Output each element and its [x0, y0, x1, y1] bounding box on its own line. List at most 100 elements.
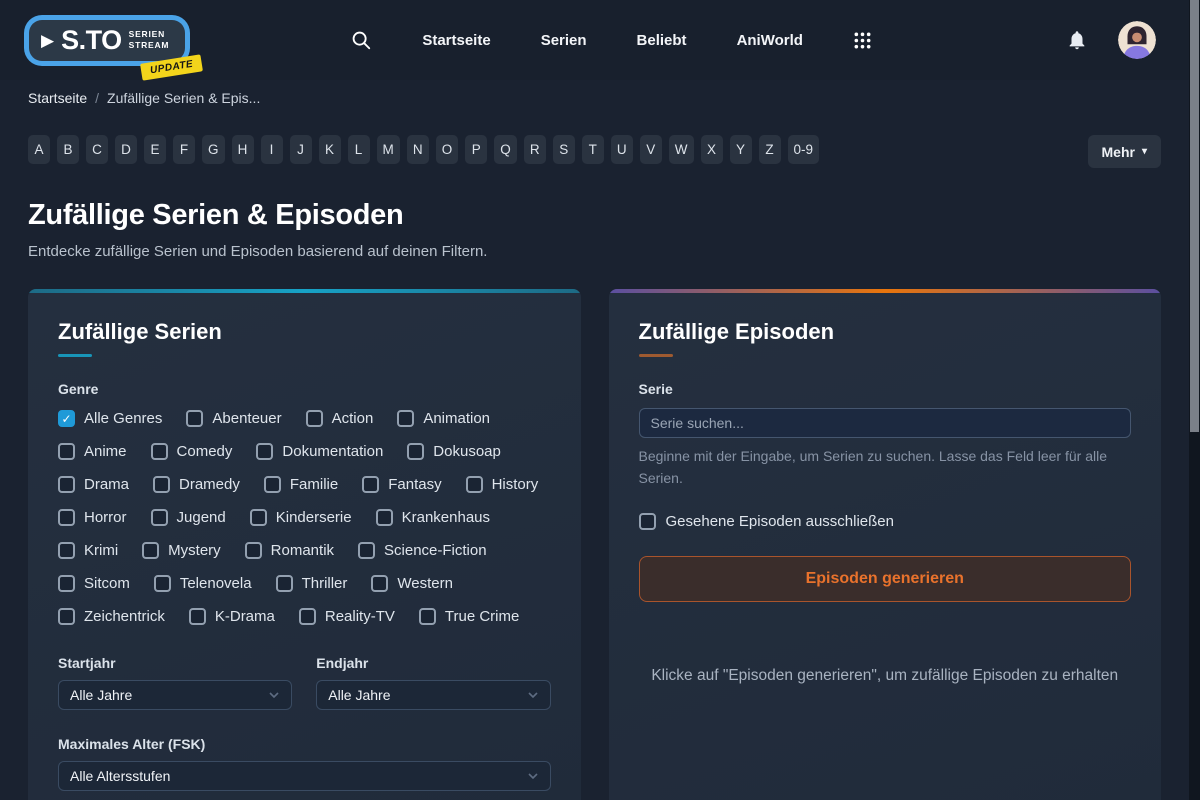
alphabet-button-u[interactable]: U	[611, 135, 633, 164]
user-avatar[interactable]	[1118, 21, 1156, 59]
alphabet-button-d[interactable]: D	[115, 135, 137, 164]
genre-checkbox-drama[interactable]: Drama	[58, 476, 129, 493]
genre-checkbox-dokumentation[interactable]: Dokumentation	[256, 443, 383, 460]
genre-checkbox-alle-genres[interactable]: ✓Alle Genres	[58, 410, 162, 427]
episodes-card-title: Zufällige Episoden	[639, 319, 1132, 345]
genre-checkbox-familie[interactable]: Familie	[264, 476, 338, 493]
chevron-down-icon: ▾	[1142, 146, 1147, 157]
page-scrollbar[interactable]	[1189, 0, 1200, 800]
alphabet-button-k[interactable]: K	[319, 135, 341, 164]
fsk-select[interactable]: Alle Altersstufen	[58, 761, 551, 791]
fsk-label: Maximales Alter (FSK)	[58, 736, 551, 752]
site-logo[interactable]: ▶ S.TO SERIEN STREAM UPDATE	[24, 15, 190, 66]
genre-checkbox-western[interactable]: Western	[371, 575, 453, 592]
navbar: ▶ S.TO SERIEN STREAM UPDATE Startseite Se…	[0, 0, 1200, 80]
alphabet-button-t[interactable]: T	[582, 135, 604, 164]
genre-checkbox-reality-tv[interactable]: Reality-TV	[299, 608, 395, 625]
startjahr-label: Startjahr	[58, 655, 292, 671]
scrollbar-thumb[interactable]	[1190, 0, 1199, 432]
alphabet-button-z[interactable]: Z	[759, 135, 781, 164]
genre-checkbox-romantik[interactable]: Romantik	[245, 542, 334, 559]
chevron-down-icon	[268, 691, 280, 699]
startjahr-select[interactable]: Alle Jahre	[58, 680, 292, 710]
genre-checkbox-kinderserie[interactable]: Kinderserie	[250, 509, 352, 526]
alphabet-button-l[interactable]: L	[348, 135, 370, 164]
chevron-down-icon	[527, 691, 539, 699]
alphabet-button-h[interactable]: H	[232, 135, 254, 164]
alphabet-button-r[interactable]: R	[524, 135, 546, 164]
series-title-underline	[58, 354, 92, 357]
alphabet-button-v[interactable]: V	[640, 135, 662, 164]
genre-checkbox-anime[interactable]: Anime	[58, 443, 127, 460]
genre-checkbox-zeichentrick[interactable]: Zeichentrick	[58, 608, 165, 625]
checkbox-box	[466, 476, 483, 493]
alphabet-letters: ABCDEFGHIJKLMNOPQRSTUVWXYZ0-9	[28, 135, 819, 164]
alphabet-button-g[interactable]: G	[202, 135, 225, 164]
genre-checkbox-krimi[interactable]: Krimi	[58, 542, 118, 559]
page-subtitle: Entdecke zufällige Serien und Episoden b…	[28, 243, 1161, 260]
chevron-down-icon	[527, 772, 539, 780]
genre-checkbox-jugend[interactable]: Jugend	[151, 509, 226, 526]
alphabet-button-e[interactable]: E	[144, 135, 166, 164]
alphabet-button-0-9[interactable]: 0-9	[788, 135, 820, 164]
genre-checkbox-animation[interactable]: Animation	[397, 410, 490, 427]
alphabet-button-n[interactable]: N	[407, 135, 429, 164]
serie-label: Serie	[639, 381, 1132, 397]
checkbox-box	[151, 509, 168, 526]
alphabet-button-p[interactable]: P	[465, 135, 487, 164]
serie-search-input[interactable]	[639, 408, 1132, 438]
genre-checkbox-krankenhaus[interactable]: Krankenhaus	[376, 509, 490, 526]
genre-checkbox-science-fiction[interactable]: Science-Fiction	[358, 542, 487, 559]
genre-checkbox-comedy[interactable]: Comedy	[151, 443, 233, 460]
breadcrumb-home[interactable]: Startseite	[28, 90, 87, 106]
endjahr-select[interactable]: Alle Jahre	[316, 680, 550, 710]
genre-checkbox-sitcom[interactable]: Sitcom	[58, 575, 130, 592]
checkbox-box	[58, 443, 75, 460]
genre-checkbox-thriller[interactable]: Thriller	[276, 575, 348, 592]
checkbox-box	[419, 608, 436, 625]
alphabet-button-y[interactable]: Y	[730, 135, 752, 164]
genre-checkbox-fantasy[interactable]: Fantasy	[362, 476, 441, 493]
alphabet-button-a[interactable]: A	[28, 135, 50, 164]
alphabet-button-s[interactable]: S	[553, 135, 575, 164]
nav-item-serien[interactable]: Serien	[541, 32, 587, 49]
genre-checkbox-true-crime[interactable]: True Crime	[419, 608, 519, 625]
genre-checkbox-dokusoap[interactable]: Dokusoap	[407, 443, 501, 460]
genre-checkbox-abenteuer[interactable]: Abenteuer	[186, 410, 281, 427]
genre-checkbox-dramedy[interactable]: Dramedy	[153, 476, 240, 493]
checkbox-box	[264, 476, 281, 493]
alphabet-button-w[interactable]: W	[669, 135, 694, 164]
genre-checkbox-mystery[interactable]: Mystery	[142, 542, 221, 559]
alphabet-button-f[interactable]: F	[173, 135, 195, 164]
genre-checkbox-history[interactable]: History	[466, 476, 539, 493]
genre-label: Genre	[58, 381, 551, 397]
checkbox-box: ✓	[58, 410, 75, 427]
alphabet-button-x[interactable]: X	[701, 135, 723, 164]
genre-checkbox-k-drama[interactable]: K-Drama	[189, 608, 275, 625]
generate-episodes-button[interactable]: Episoden generieren	[639, 556, 1132, 602]
alphabet-button-j[interactable]: J	[290, 135, 312, 164]
more-button[interactable]: Mehr ▾	[1088, 135, 1161, 168]
alphabet-button-m[interactable]: M	[377, 135, 400, 164]
alphabet-button-b[interactable]: B	[57, 135, 79, 164]
checkbox-box	[186, 410, 203, 427]
nav-item-beliebt[interactable]: Beliebt	[637, 32, 687, 49]
genre-checkbox-telenovela[interactable]: Telenovela	[154, 575, 252, 592]
years-grid: Startjahr Alle Jahre Endjahr Alle Jahre	[58, 655, 551, 710]
play-icon: ▶	[41, 32, 54, 49]
exclude-watched-checkbox[interactable]: Gesehene Episoden ausschließen	[639, 513, 1132, 530]
nav-item-startseite[interactable]: Startseite	[422, 32, 490, 49]
checkbox-box	[245, 542, 262, 559]
alphabet-button-o[interactable]: O	[436, 135, 459, 164]
alphabet-button-q[interactable]: Q	[494, 135, 517, 164]
bell-icon[interactable]	[1066, 29, 1088, 51]
genre-checkbox-action[interactable]: Action	[306, 410, 374, 427]
search-icon[interactable]	[350, 29, 372, 51]
alphabet-button-c[interactable]: C	[86, 135, 108, 164]
nav-item-aniworld[interactable]: AniWorld	[737, 32, 803, 49]
genre-checkbox-horror[interactable]: Horror	[58, 509, 127, 526]
apps-grid-icon[interactable]	[853, 31, 872, 50]
checkbox-box	[189, 608, 206, 625]
search-hint: Beginne mit der Eingabe, um Serien zu su…	[639, 446, 1119, 489]
alphabet-button-i[interactable]: I	[261, 135, 283, 164]
